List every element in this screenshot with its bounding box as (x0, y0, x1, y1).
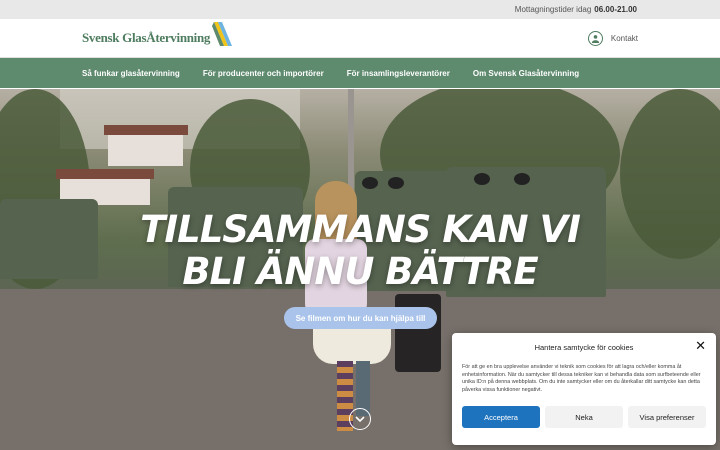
top-info-bar: Mottagningstider idag 06.00-21.00 (0, 0, 720, 19)
bin-opening (362, 177, 378, 189)
consent-title: Hantera samtycke för cookies (534, 343, 634, 352)
hours-label: Mottagningstider idag (514, 5, 592, 14)
hero-pole (348, 89, 354, 199)
nav-item-sa-funkar[interactable]: Så funkar glasåtervinning (82, 69, 180, 78)
hero-roof (56, 169, 154, 179)
logo-text: Svensk GlasÅtervinning (82, 30, 211, 45)
contact-label: Kontakt (610, 33, 638, 43)
accept-button[interactable]: Acceptera (462, 406, 540, 429)
site-header: Svensk GlasÅtervinning Kontakt (0, 19, 720, 58)
preferences-button[interactable]: Visa preferenser (628, 406, 706, 429)
deny-button[interactable]: Neka (545, 406, 623, 429)
nav-item-producenter[interactable]: För producenter och importörer (203, 69, 324, 78)
hours-value: 06.00-21.00 (594, 5, 637, 14)
nav-item-om[interactable]: Om Svensk Glasåtervinning (473, 69, 579, 78)
consent-buttons: Acceptera Neka Visa preferenser (462, 406, 706, 429)
close-icon[interactable]: ✕ (695, 339, 706, 352)
nav-item-insamlingsleverantorer[interactable]: För insamlingsleverantörer (347, 69, 450, 78)
scroll-down-button[interactable] (349, 408, 371, 430)
person-icon (587, 30, 603, 46)
logo-stripes-icon (212, 22, 233, 46)
watch-video-button[interactable]: Se filmen om hur du kan hjälpa till (284, 307, 437, 329)
hero-headline: TILLSAMMANS KAN VI BLI ÄNNU BÄTTRE (0, 209, 720, 293)
chevron-down-icon (355, 415, 365, 422)
main-nav: Så funkar glasåtervinning För producente… (0, 58, 720, 88)
contact-link[interactable]: Kontakt (587, 30, 638, 46)
hero-house (108, 134, 183, 166)
logo[interactable]: Svensk GlasÅtervinning (82, 22, 233, 46)
consent-text: För att ge en bra upplevelse använder vi… (462, 364, 701, 393)
hero-headline-line1: TILLSAMMANS KAN VI (140, 208, 581, 251)
bin-opening (514, 173, 530, 185)
hero-bag (395, 294, 441, 372)
bin-opening (388, 177, 404, 189)
bin-opening (474, 173, 490, 185)
hero-roof (104, 125, 188, 135)
cookie-consent-dialog: Hantera samtycke för cookies ✕ För att g… (452, 333, 716, 445)
hero-headline-line2: BLI ÄNNU BÄTTRE (182, 250, 538, 293)
